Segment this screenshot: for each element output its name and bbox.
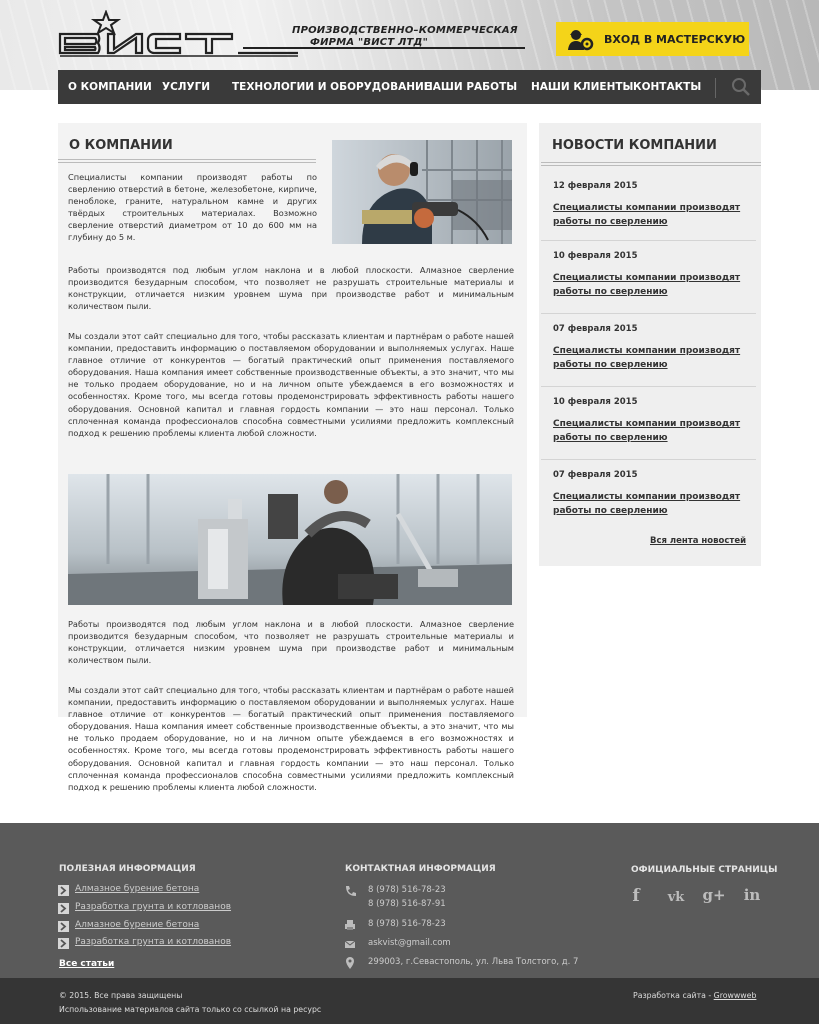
text-paragraph-2: Мы создали этот сайт специально для того… xyxy=(68,331,514,438)
news-link[interactable]: Специалисты компании производят работы п… xyxy=(553,417,753,445)
footer-useful-link[interactable]: Алмазное бурение бетона xyxy=(75,884,199,894)
nav-item-about[interactable]: О КОМПАНИИ xyxy=(68,81,152,93)
workshop-button-label: ВХОД В МАСТЕРСКУЮ xyxy=(604,32,746,46)
copyright-text: © 2015. Все права защищены xyxy=(59,991,183,1000)
title-rule xyxy=(58,159,316,160)
useful-info-heading: ПОЛЕЗНАЯ ИНФОРМАЦИЯ xyxy=(59,864,196,874)
all-news-link[interactable]: Вся лента новостей xyxy=(650,536,746,546)
logo-mark xyxy=(58,10,298,57)
news-separator xyxy=(541,459,756,460)
text-paragraph-3: Работы производятся под любым углом накл… xyxy=(68,619,514,666)
usage-note: Использование материалов сайта только со… xyxy=(59,1005,322,1014)
news-date: 07 февраля 2015 xyxy=(553,324,638,334)
nav-item-services[interactable]: УСЛУГИ xyxy=(162,81,210,93)
text-paragraph-4: Мы создали этот сайт специально для того… xyxy=(68,685,514,792)
linkedin-icon[interactable]: in xyxy=(741,886,763,906)
news-separator xyxy=(541,313,756,314)
news-date: 12 февраля 2015 xyxy=(553,181,638,191)
news-separator xyxy=(541,386,756,387)
news-link[interactable]: Специалисты компании производят работы п… xyxy=(553,271,753,299)
fax-icon xyxy=(345,920,355,930)
developer-link[interactable]: Growwweb xyxy=(714,991,757,1000)
tagline-underline xyxy=(243,47,525,49)
arrow-right-icon xyxy=(58,885,69,896)
footer-useful-link[interactable]: Разработка грунта и котлованов xyxy=(75,937,231,947)
search-icon[interactable] xyxy=(730,77,752,97)
nav-item-clients[interactable]: НАШИ КЛИЕНТЫ xyxy=(531,81,633,93)
postal-address: 299003, г.Севастополь, ул. Льва Толстого… xyxy=(368,957,579,967)
facebook-icon[interactable]: f xyxy=(627,886,645,906)
news-separator xyxy=(541,240,756,241)
footer-useful-link[interactable]: Разработка грунта и котлованов xyxy=(75,902,231,912)
official-pages-heading: ОФИЦИАЛЬНЫЕ СТРАНИЦЫ xyxy=(631,865,778,875)
arrow-right-icon xyxy=(58,938,69,949)
news-title: НОВОСТИ КОМПАНИИ xyxy=(552,138,717,153)
workshop-login-button[interactable]: ВХОД В МАСТЕРСКУЮ xyxy=(556,22,749,56)
location-pin-icon xyxy=(346,957,354,969)
worker-gear-icon xyxy=(568,30,594,51)
contact-info-heading: КОНТАКТНАЯ ИНФОРМАЦИЯ xyxy=(345,864,496,874)
news-date: 10 февраля 2015 xyxy=(553,397,638,407)
phone-2: 8 (978) 516-87-91 xyxy=(368,899,446,909)
arrow-right-icon xyxy=(58,921,69,932)
news-title-rule xyxy=(541,162,761,163)
news-link[interactable]: Специалисты компании производят работы п… xyxy=(553,490,753,518)
title-rule-2 xyxy=(58,162,316,163)
nav-item-contacts[interactable]: КОНТАКТЫ xyxy=(633,81,701,93)
arrow-right-icon xyxy=(58,903,69,914)
intro-text: Специалисты компании производят работы п… xyxy=(68,172,317,243)
footer-bottom-bar xyxy=(0,978,819,1024)
tagline-line1: ПРОИЗВОДСТВЕННО–КОММЕРЧЕСКАЯ xyxy=(292,25,518,36)
main-nav: О КОМПАНИИ УСЛУГИ ТЕХНОЛОГИИ И ОБОРУДОВА… xyxy=(58,70,761,104)
news-link[interactable]: Специалисты компании производят работы п… xyxy=(553,201,753,229)
news-date: 10 февраля 2015 xyxy=(553,251,638,261)
email-address[interactable]: askvist@gmail.com xyxy=(368,938,451,948)
nav-divider xyxy=(715,78,716,98)
phone-icon xyxy=(346,886,356,896)
nav-item-technologies[interactable]: ТЕХНОЛОГИИ И ОБОРУДОВАНИЕ xyxy=(232,81,431,93)
all-articles-link[interactable]: Все статьи xyxy=(59,959,114,969)
phone-1: 8 (978) 516-78-23 xyxy=(368,885,446,895)
drilling-rig-photo xyxy=(68,474,512,605)
news-date: 07 февраля 2015 xyxy=(553,470,638,480)
google-plus-icon[interactable]: g+ xyxy=(702,886,726,906)
page-title: О КОМПАНИИ xyxy=(69,138,173,153)
fax-number: 8 (978) 516-78-23 xyxy=(368,919,446,929)
footer-useful-link[interactable]: Алмазное бурение бетона xyxy=(75,920,199,930)
worker-drilling-photo xyxy=(332,140,512,244)
text-paragraph-1: Работы производятся под любым углом накл… xyxy=(68,265,514,312)
developer-label: Разработка сайта - xyxy=(633,991,714,1000)
mail-icon xyxy=(344,940,356,948)
news-title-rule-2 xyxy=(541,165,761,166)
nav-item-works[interactable]: НАШИ РАБОТЫ xyxy=(424,81,517,93)
vk-icon[interactable]: vk xyxy=(663,890,689,910)
developer-credit: Разработка сайта - Growwweb xyxy=(633,991,756,1000)
company-tagline: ПРОИЗВОДСТВЕННО–КОММЕРЧЕСКАЯ ФИРМА "ВИСТ… xyxy=(292,25,518,49)
news-link[interactable]: Специалисты компании производят работы п… xyxy=(553,344,753,372)
